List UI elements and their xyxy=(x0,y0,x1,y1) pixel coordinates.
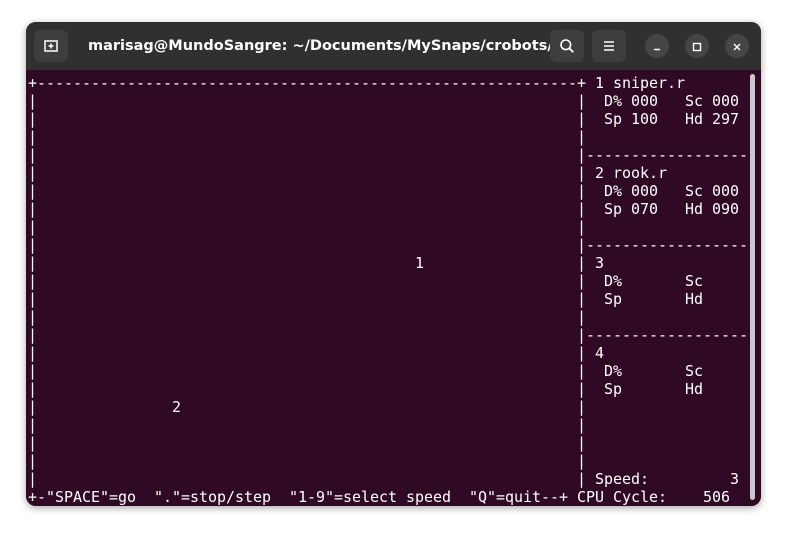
terminal-line: | | xyxy=(28,434,587,452)
terminal-line: | | xyxy=(28,452,587,470)
hamburger-menu-icon xyxy=(601,38,617,54)
minimize-button[interactable] xyxy=(645,34,669,58)
terminal-line: | | D% 000 Sc 000 xyxy=(28,182,740,200)
terminal-line: | | D% Sc xyxy=(28,272,704,290)
new-tab-button[interactable] xyxy=(34,30,68,62)
terminal-output: +---------------------------------------… xyxy=(28,74,757,506)
terminal-line: | | xyxy=(28,128,587,146)
terminal-line: | | Speed: 3 xyxy=(28,470,740,488)
terminal-line: +-"SPACE"=go "."=stop/step "1-9"=select … xyxy=(28,488,731,506)
terminal-line: | | 4 xyxy=(28,344,605,362)
terminal-window: marisag@MundoSangre: ~/Documents/MySnaps… xyxy=(26,22,761,506)
terminal-line: | | Sp 100 Hd 297 xyxy=(28,110,740,128)
terminal-line: | |------------------- xyxy=(28,326,758,344)
terminal-line: | |------------------- xyxy=(28,236,758,254)
terminal-line: | | xyxy=(28,218,587,236)
menu-button[interactable] xyxy=(592,30,626,62)
terminal-line: | | xyxy=(28,308,587,326)
terminal-line: | | Sp 070 Hd 090 xyxy=(28,200,740,218)
search-button[interactable] xyxy=(550,30,584,62)
terminal-line: | | Sp Hd xyxy=(28,380,704,398)
terminal-scrollbar[interactable] xyxy=(750,74,755,500)
maximize-button[interactable] xyxy=(685,34,709,58)
close-icon xyxy=(732,37,742,56)
maximize-icon xyxy=(692,37,702,56)
terminal-line: | | D% Sc xyxy=(28,362,704,380)
minimize-icon xyxy=(652,37,662,56)
terminal-line: | | xyxy=(28,416,587,434)
close-button[interactable] xyxy=(725,34,749,58)
new-tab-icon xyxy=(43,38,59,54)
window-title: marisag@MundoSangre: ~/Documents/MySnaps… xyxy=(88,38,568,54)
terminal-line: | |------------------- xyxy=(28,146,758,164)
terminal-line: | 1 | 3 xyxy=(28,254,605,272)
terminal-line: | | Sp Hd xyxy=(28,290,704,308)
search-icon xyxy=(559,38,575,54)
terminal-line: | 2 | xyxy=(28,398,587,416)
terminal-area[interactable]: +---------------------------------------… xyxy=(26,70,761,506)
terminal-line: | | 2 rook.r xyxy=(28,164,668,182)
terminal-line: +---------------------------------------… xyxy=(28,74,686,92)
terminal-line: | | D% 000 Sc 000 xyxy=(28,92,740,110)
title-bar[interactable]: marisag@MundoSangre: ~/Documents/MySnaps… xyxy=(26,22,761,70)
